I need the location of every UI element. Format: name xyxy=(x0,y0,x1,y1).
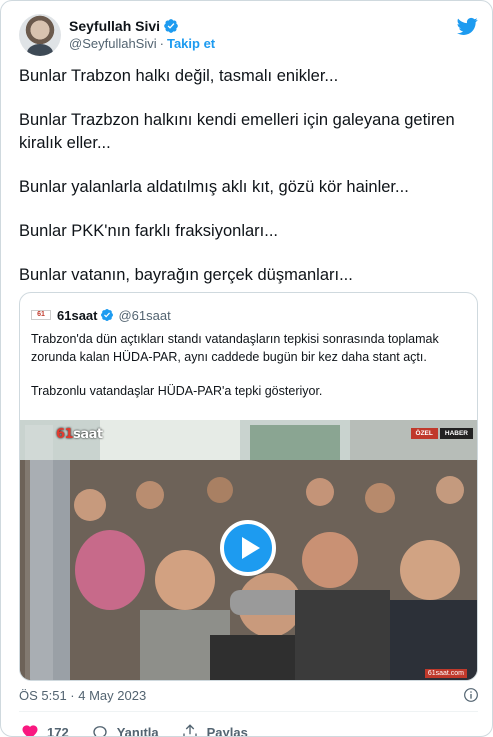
tweet-line: Bunlar PKK'nın farklı fraksiyonları... xyxy=(19,222,279,240)
timestamp[interactable]: ÖS 5:51 · 4 May 2023 xyxy=(19,688,146,703)
separator-dot: · xyxy=(159,36,164,51)
tweet-line: Bunlar Trabzon halkı değil, tasmalı enik… xyxy=(19,67,339,85)
video-site-watermark: 61saat.com xyxy=(424,669,467,678)
share-button[interactable]: Paylaş xyxy=(181,723,248,737)
verified-badge-icon xyxy=(164,19,178,33)
tweet-line: Bunlar yalanlarla aldatılmış aklı kıt, g… xyxy=(19,178,409,196)
quoted-paragraph: Trabzonlu vatandaşlar HÜDA-PAR'a tepki g… xyxy=(31,384,323,398)
quoted-avatar: 61 xyxy=(31,310,51,320)
tweet-line: Bunlar vatanın, bayrağın gerçek düşmanla… xyxy=(19,266,353,284)
tweet-meta: ÖS 5:51 · 4 May 2023 xyxy=(19,687,479,703)
quoted-author-handle: @61saat xyxy=(118,307,171,323)
author-name[interactable]: Seyfullah Sivi xyxy=(69,17,160,35)
handle-row: @SeyfullahSivi · Takip et xyxy=(69,35,215,53)
video-player[interactable]: 6161saatsaat ÖZEL HABER 61saat.com xyxy=(20,420,477,680)
share-upload-icon xyxy=(182,724,197,736)
quoted-paragraph: Trabzon'da dün açtıkları standı vatandaş… xyxy=(31,332,439,364)
like-button[interactable]: 172 xyxy=(21,723,69,737)
badge-ozel: ÖZEL xyxy=(410,428,438,439)
tweet-card: Seyfullah Sivi @SeyfullahSivi · Takip et… xyxy=(0,0,493,737)
badge-haber: HABER xyxy=(439,428,473,439)
author-info: Seyfullah Sivi @SeyfullahSivi · Takip et xyxy=(69,17,215,53)
tweet-header: Seyfullah Sivi @SeyfullahSivi · Takip et xyxy=(19,13,478,57)
quoted-author-name: 61saat xyxy=(57,307,98,323)
verified-badge-icon xyxy=(101,309,114,321)
tweet-line: Bunlar Trazbzon halkını kendi emelleri i… xyxy=(19,111,455,152)
quoted-tweet-header: 61 61saat @61saat xyxy=(31,306,171,324)
action-bar: 172 Yanıtla Paylaş xyxy=(21,723,270,737)
reply-bubble-icon xyxy=(93,726,107,736)
follow-button[interactable]: Takip et xyxy=(167,35,215,53)
info-icon[interactable] xyxy=(463,687,479,703)
divider xyxy=(19,711,478,712)
heart-icon xyxy=(22,725,38,736)
author-handle[interactable]: @SeyfullahSivi xyxy=(69,35,157,53)
share-label: Paylaş xyxy=(206,724,248,737)
play-button[interactable] xyxy=(220,520,276,576)
reply-label: Yanıtla xyxy=(116,724,159,737)
author-name-row: Seyfullah Sivi xyxy=(69,17,215,35)
reply-button[interactable]: Yanıtla xyxy=(91,723,159,737)
exclusive-news-badge: ÖZEL HABER xyxy=(410,428,473,439)
video-logo: 6161saatsaat xyxy=(56,427,103,442)
avatar[interactable] xyxy=(19,14,61,56)
twitter-bird-icon[interactable] xyxy=(456,15,478,37)
quoted-tweet-text: Trabzon'da dün açtıkları standı vatandaş… xyxy=(31,330,471,416)
quoted-tweet[interactable]: 61 61saat @61saat Trabzon'da dün açtıkla… xyxy=(19,292,478,681)
tweet-text: Bunlar Trabzon halkı değil, tasmalı enik… xyxy=(19,65,469,308)
like-count: 172 xyxy=(47,724,69,737)
